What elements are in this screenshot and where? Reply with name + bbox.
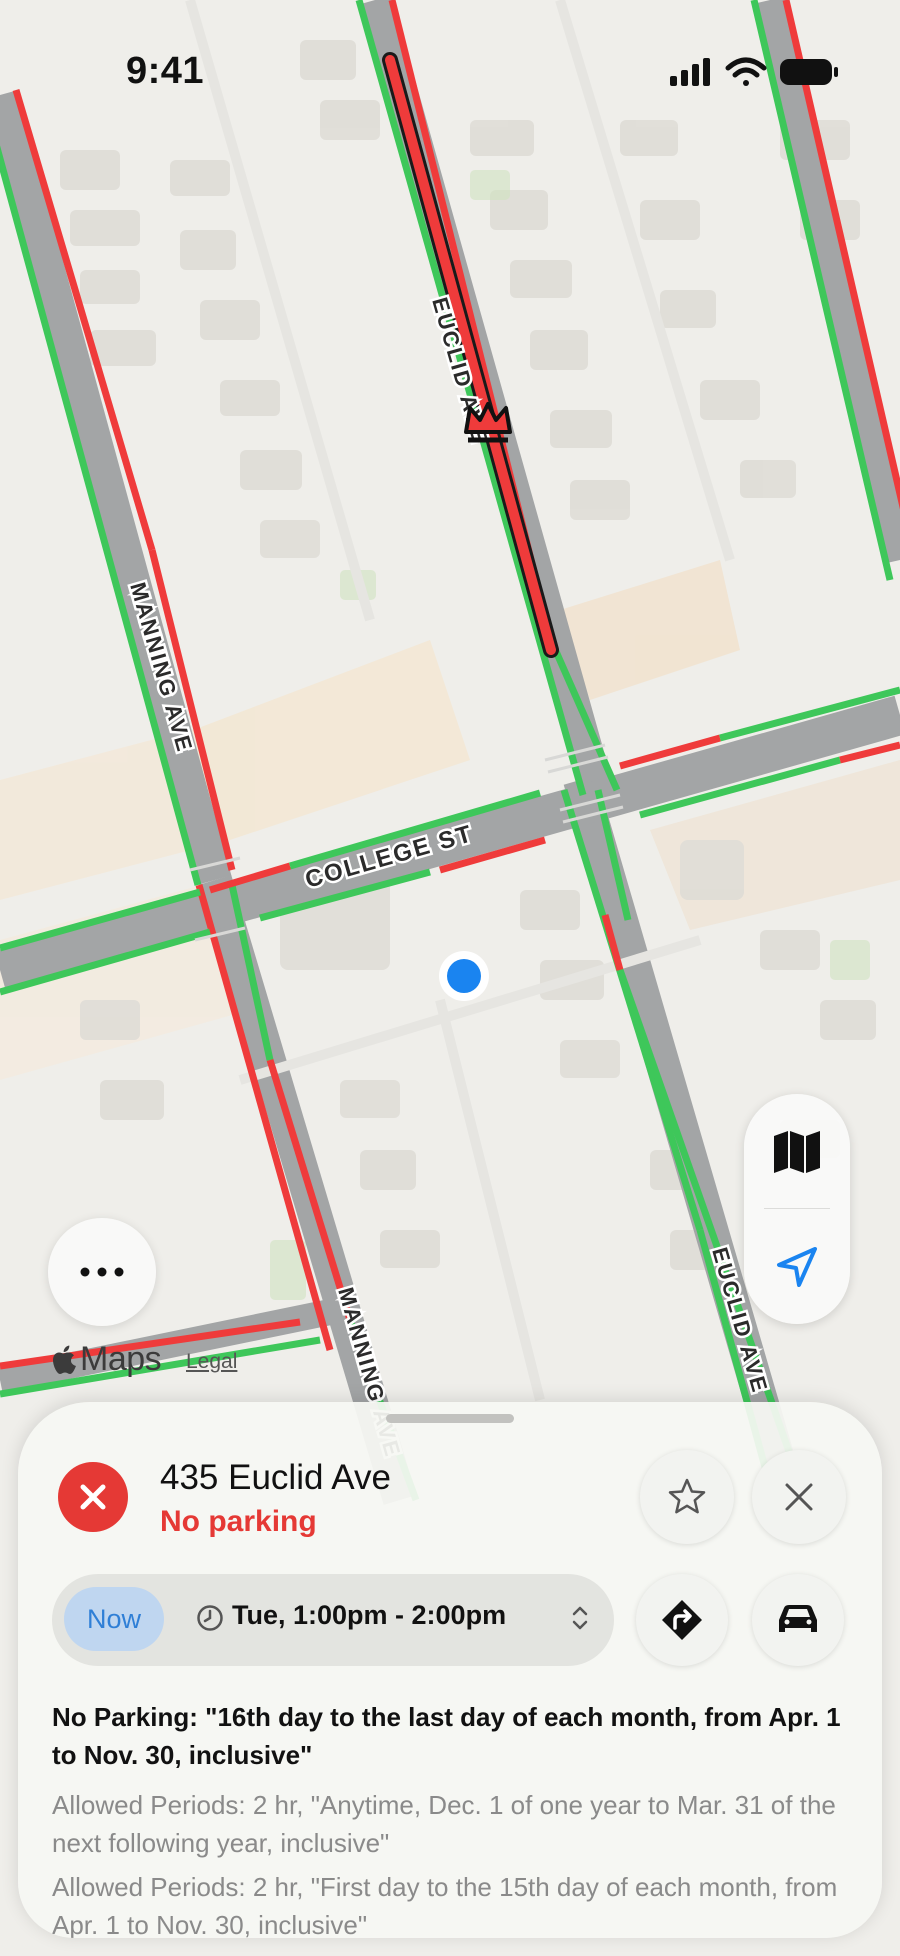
- allowed-period-rule: Allowed Periods: 2 hr, "First day to the…: [52, 1872, 838, 1938]
- now-button[interactable]: Now: [64, 1587, 164, 1651]
- maps-attribution: Maps: [52, 1340, 162, 1379]
- legal-link[interactable]: Legal: [186, 1350, 237, 1374]
- car-button[interactable]: [752, 1574, 844, 1666]
- directions-button[interactable]: [636, 1574, 728, 1666]
- maps-brand-text: Maps: [80, 1340, 162, 1378]
- address-title: 435 Euclid Ave: [160, 1458, 391, 1497]
- car-icon: [779, 1605, 817, 1632]
- allowed-period-rule: Allowed Periods: 2 hr, "Anytime, Dec. 1 …: [52, 1790, 836, 1858]
- no-parking-status-icon: [58, 1462, 128, 1532]
- wifi-icon: [725, 57, 767, 86]
- status-time: 9:41: [126, 50, 205, 92]
- parking-details-sheet: 435 Euclid Ave No parking Now Tue, 1:00p…: [18, 1402, 882, 1938]
- close-icon: [785, 1483, 813, 1511]
- favorite-button[interactable]: [640, 1450, 734, 1544]
- cellular-signal-icon: [670, 58, 710, 86]
- sheet-grabber[interactable]: [386, 1414, 514, 1423]
- time-range-text: Tue, 1:00pm - 2:00pm: [232, 1600, 507, 1630]
- directions-icon: [662, 1600, 702, 1640]
- map-controls: [744, 1094, 850, 1324]
- chevron-up-down-icon: [572, 1606, 588, 1630]
- screen: EUCLID AVE MANNING AVE COLLEGE ST MANNIN…: [0, 0, 900, 1956]
- star-icon: [668, 1478, 706, 1514]
- locate-me-button[interactable]: [744, 1209, 850, 1324]
- ellipsis-icon: [80, 1267, 124, 1277]
- status-icons: [670, 56, 840, 88]
- battery-icon: [780, 59, 838, 85]
- no-parking-rule: No Parking: "16th day to the last day of…: [52, 1702, 841, 1770]
- location-arrow-icon: [777, 1246, 817, 1287]
- parking-status-text: No parking: [160, 1505, 317, 1538]
- apple-logo-icon: [53, 1345, 76, 1374]
- map-mode-button[interactable]: [744, 1094, 850, 1209]
- more-options-button[interactable]: [48, 1218, 156, 1326]
- close-button[interactable]: [752, 1450, 846, 1544]
- time-selector[interactable]: Now Tue, 1:00pm - 2:00pm: [52, 1574, 614, 1666]
- map-icon: [774, 1130, 820, 1173]
- clock-icon: [197, 1605, 223, 1631]
